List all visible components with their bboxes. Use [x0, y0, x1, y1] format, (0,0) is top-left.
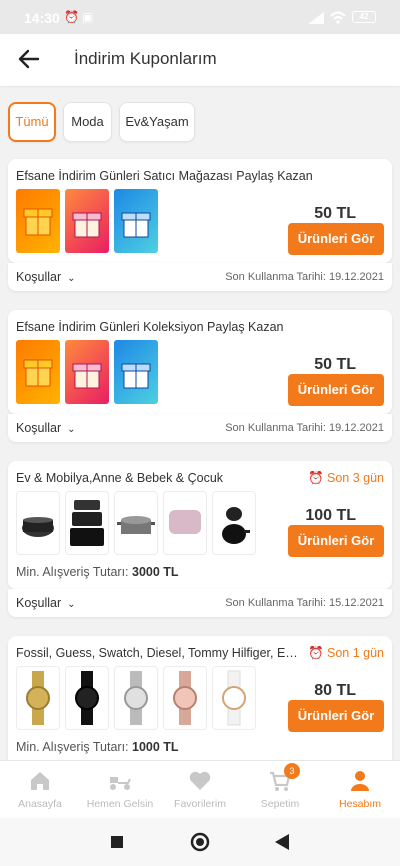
filter-chip-ev-yasam[interactable]: Ev&Yaşam: [119, 102, 195, 142]
gift-box-image: [16, 189, 60, 253]
conditions-toggle[interactable]: Koşullar ⌄: [16, 596, 76, 610]
product-image-watch: [212, 666, 256, 730]
view-products-button[interactable]: Ürünleri Gör: [288, 700, 384, 732]
chevron-down-icon: ⌄: [67, 273, 76, 284]
coupon-title: Efsane İndirim Günleri Satıcı Mağazası P…: [16, 169, 313, 183]
coupon-footer: Koşullar ⌄ Son Kullanma Tarihi: 19.12.202…: [8, 414, 392, 442]
home-button-icon[interactable]: [190, 832, 210, 852]
product-image-pot: [114, 491, 158, 555]
conditions-toggle[interactable]: Koşullar ⌄: [16, 421, 76, 435]
bottom-tab-bar: Anasayfa Hemen Gelsin Favorilerim 3 Sepe…: [0, 760, 400, 818]
scooter-icon: [110, 777, 131, 790]
status-bar: 14:30 ⏰ ▣ 42: [0, 0, 400, 34]
wifi-icon: [330, 11, 346, 24]
signal-icon: [308, 12, 324, 24]
coupon-card: Ev & Mobilya,Anne & Bebek & Çocuk ⏰ Son …: [8, 461, 392, 589]
min-purchase-label: Min. Alışveriş Tutarı:: [16, 740, 129, 754]
min-purchase-value: 3000 TL: [132, 565, 179, 579]
urgency-badge: ⏰ Son 3 gün: [308, 471, 384, 486]
alarm-clock-icon: ⏰: [307, 646, 324, 660]
coupon-title: Ev & Mobilya,Anne & Bebek & Çocuk: [16, 471, 224, 485]
expiry-date: Son Kullanma Tarihi: 15.12.2021: [225, 597, 384, 609]
tab-label: Anasayfa: [18, 798, 62, 810]
coupon-card: Efsane İndirim Günleri Satıcı Mağazası P…: [8, 159, 392, 263]
gift-box-image: [16, 340, 60, 404]
urgency-label: Son 1 gün: [327, 646, 384, 660]
tab-label: Hemen Gelsin: [86, 798, 154, 810]
min-purchase: Min. Alışveriş Tutarı: 1000 TL: [16, 740, 179, 754]
chevron-down-icon: ⌄: [67, 599, 76, 610]
min-purchase: Min. Alışveriş Tutarı: 3000 TL: [16, 565, 179, 579]
conditions-label: Koşullar: [16, 421, 62, 435]
tab-account[interactable]: Hesabım: [320, 761, 400, 819]
view-products-button[interactable]: Ürünleri Gör: [288, 223, 384, 255]
recent-apps-icon[interactable]: [111, 836, 123, 848]
status-time: 14:30: [24, 10, 60, 26]
filter-chip-all[interactable]: Tümü: [8, 102, 56, 142]
app-header: İndirim Kuponlarım: [0, 34, 400, 86]
view-products-button[interactable]: Ürünleri Gör: [288, 525, 384, 557]
alarm-clock-icon: ⏰: [307, 471, 324, 485]
gift-box-image: [65, 189, 109, 253]
expiry-date: Son Kullanma Tarihi: 19.12.2021: [225, 271, 384, 283]
notification-icon: ▣: [82, 10, 94, 24]
system-nav-bar: [0, 818, 400, 866]
product-image-watch: [114, 666, 158, 730]
min-purchase-value: 1000 TL: [132, 740, 179, 754]
back-triangle-icon[interactable]: [275, 834, 289, 850]
product-image-pot-set: [65, 491, 109, 555]
coupon-footer: Koşullar ⌄ Son Kullanma Tarihi: 15.12.202…: [8, 589, 392, 617]
gift-box-image: [114, 189, 158, 253]
coupon-title: Efsane İndirim Günleri Koleksiyon Paylaş…: [16, 320, 284, 334]
product-image-teapot: [212, 491, 256, 555]
product-image-watch: [163, 666, 207, 730]
gift-box-image: [65, 340, 109, 404]
urgency-badge: ⏰ Son 1 gün: [308, 646, 384, 661]
coupon-amount: 100 TL: [305, 507, 356, 524]
tab-favorites[interactable]: Favorilerim: [160, 761, 240, 819]
min-purchase-label: Min. Alışveriş Tutarı:: [16, 565, 129, 579]
coupon-amount: 50 TL: [314, 205, 356, 222]
coupon-card: Efsane İndirim Günleri Koleksiyon Paylaş…: [8, 310, 392, 414]
urgency-label: Son 3 gün: [327, 471, 384, 485]
page-title: İndirim Kuponlarım: [74, 49, 217, 68]
product-image-pillow: [163, 491, 207, 555]
alarm-icon: ⏰: [64, 10, 79, 24]
gift-box-image: [114, 340, 158, 404]
tab-cart[interactable]: 3 Sepetim: [240, 761, 320, 819]
conditions-label: Koşullar: [16, 270, 62, 284]
cart-count-badge: 3: [284, 763, 300, 779]
coupon-footer: Koşullar ⌄ Son Kullanma Tarihi: 19.12.202…: [8, 263, 392, 291]
view-products-button[interactable]: Ürünleri Gör: [288, 374, 384, 406]
back-arrow-icon[interactable]: [16, 46, 42, 72]
heart-icon: [189, 771, 211, 790]
coupon-amount: 50 TL: [314, 356, 356, 373]
tab-hemen-gelsin[interactable]: Hemen Gelsin: [80, 761, 160, 819]
tab-home[interactable]: Anasayfa: [0, 761, 80, 819]
coupon-card: Fossil, Guess, Swatch, Diesel, Tommy Hil…: [8, 636, 392, 760]
user-icon: [351, 771, 369, 791]
conditions-label: Koşullar: [16, 596, 62, 610]
coupon-amount: 80 TL: [314, 682, 356, 699]
tab-label: Favorilerim: [174, 798, 226, 810]
chevron-down-icon: ⌄: [67, 424, 76, 435]
tab-label: Sepetim: [260, 798, 300, 810]
product-image-watch: [16, 666, 60, 730]
coupon-title: Fossil, Guess, Swatch, Diesel, Tommy Hil…: [16, 646, 306, 660]
tab-label: Hesabım: [338, 798, 381, 810]
battery-icon: 42: [352, 11, 376, 23]
conditions-toggle[interactable]: Koşullar ⌄: [16, 270, 76, 284]
expiry-date: Son Kullanma Tarihi: 19.12.2021: [225, 422, 384, 434]
home-icon: [31, 772, 49, 790]
filter-chip-moda[interactable]: Moda: [63, 102, 112, 142]
product-image-watch: [65, 666, 109, 730]
product-image-pot: [16, 491, 60, 555]
